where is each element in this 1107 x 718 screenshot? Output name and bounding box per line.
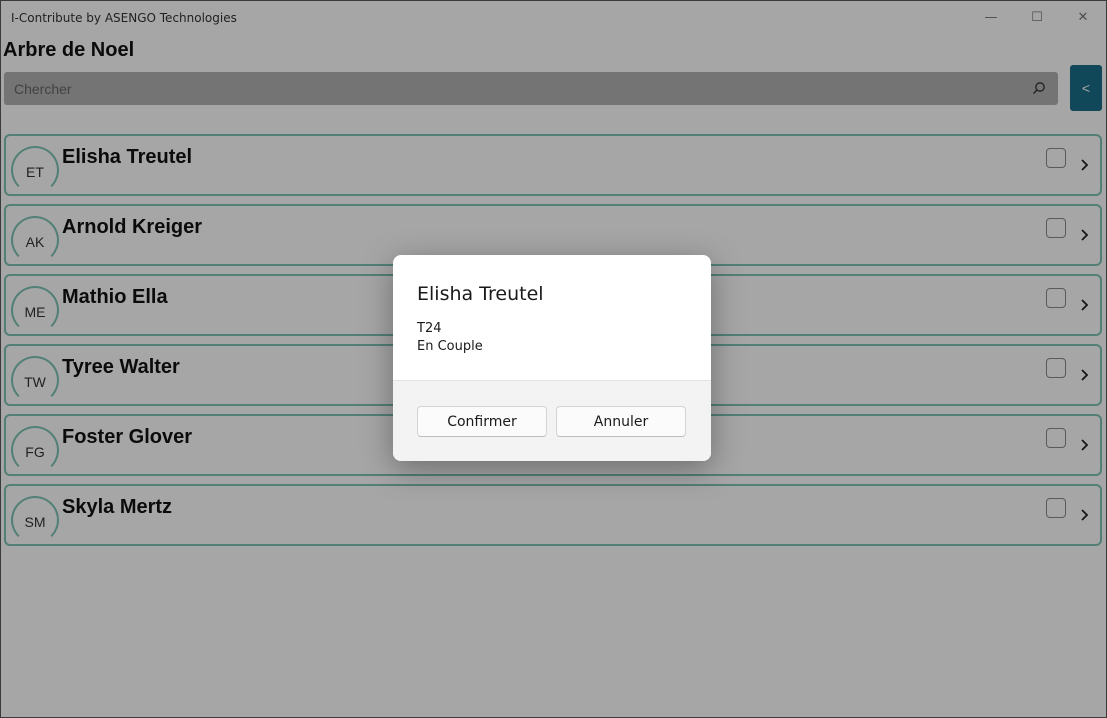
dialog-detail-status: En Couple bbox=[417, 339, 483, 354]
person-dialog: Elisha Treutel T24 En Couple Confirmer A… bbox=[393, 255, 711, 461]
dialog-footer: Confirmer Annuler bbox=[393, 380, 711, 461]
confirm-button[interactable]: Confirmer bbox=[417, 406, 547, 437]
cancel-button[interactable]: Annuler bbox=[556, 406, 686, 437]
dialog-detail-code: T24 bbox=[417, 321, 442, 336]
dialog-title: Elisha Treutel bbox=[417, 283, 544, 305]
